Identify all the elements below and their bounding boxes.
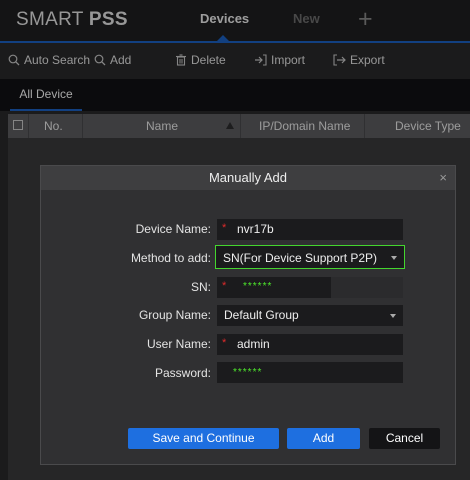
chevron-down-icon (390, 314, 396, 318)
required-marker: * (222, 280, 227, 292)
close-icon[interactable]: × (439, 166, 447, 190)
device-name-label: Device Name: (135, 222, 211, 236)
dialog-header: Manually Add × (41, 166, 455, 190)
method-label: Method to add: (130, 251, 211, 265)
group-name-select[interactable]: Default Group (217, 305, 403, 326)
add-device-button[interactable]: Add (287, 428, 360, 449)
manually-add-dialog: Manually Add × Device Name: * nvr17b Met… (40, 165, 456, 465)
group-name-label: Group Name: (138, 308, 211, 322)
device-name-value: nvr17b (237, 222, 274, 236)
sn-value: ****** (243, 281, 273, 292)
dialog-title: Manually Add (208, 170, 288, 185)
user-name-value: admin (237, 337, 270, 351)
group-name-value: Default Group (224, 308, 299, 322)
password-value: ****** (233, 367, 263, 378)
password-label: Password: (154, 366, 211, 380)
sn-label: SN: (190, 280, 211, 294)
method-select[interactable]: SN(For Device Support P2P) (215, 245, 405, 269)
method-value: SN(For Device Support P2P) (223, 251, 378, 265)
sn-input-shade (331, 277, 403, 298)
user-name-input[interactable]: * admin (217, 334, 403, 355)
save-and-continue-button[interactable]: Save and Continue (128, 428, 279, 449)
sn-input[interactable]: * ****** (217, 277, 403, 298)
required-marker: * (222, 337, 227, 349)
user-name-label: User Name: (146, 337, 211, 351)
device-name-input[interactable]: * nvr17b (217, 219, 403, 240)
password-input[interactable]: ****** (217, 362, 403, 383)
cancel-button[interactable]: Cancel (369, 428, 440, 449)
chevron-down-icon (391, 256, 397, 260)
required-marker: * (222, 222, 227, 234)
